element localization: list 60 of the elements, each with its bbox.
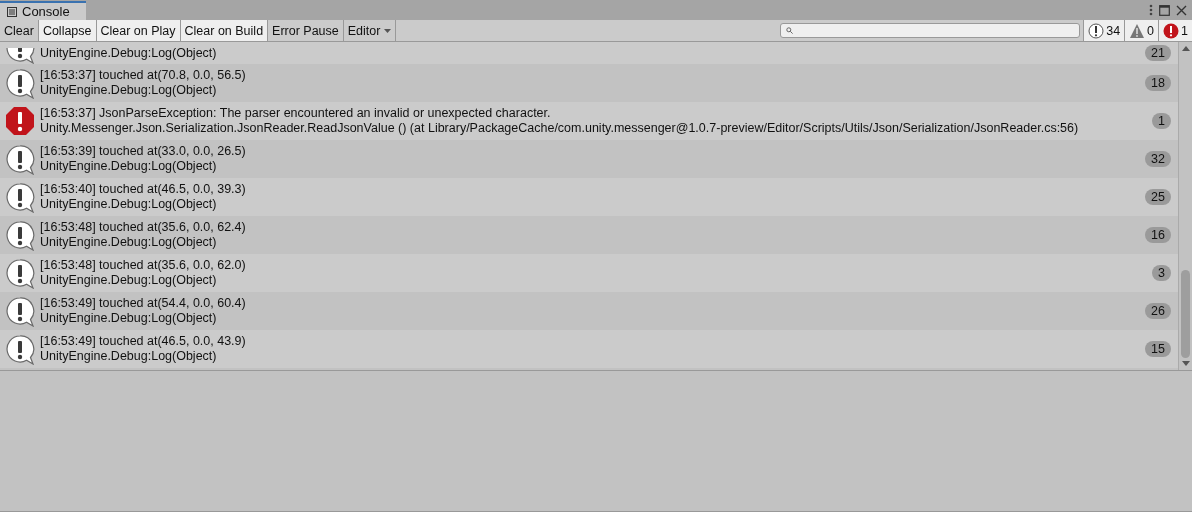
toggle-button[interactable]: Clear on Play (96, 20, 181, 41)
log-message: UnityEngine.Debug:Log(Object) (40, 235, 218, 250)
log-message: [16:53:39] touched at(33.0, 0.0, 26.5) (40, 144, 247, 159)
info-bubble-icon (5, 181, 35, 213)
toggle-button[interactable]: Clear on Build (180, 20, 269, 41)
info-bubble-icon (5, 67, 35, 99)
log-message: [16:53:37] JsonParseException: The parser encountered an invalid or unexpected character. (40, 106, 552, 121)
scrollbar[interactable] (1178, 42, 1192, 370)
search-icon (786, 27, 794, 34)
log-message: UnityEngine.Debug:Log(Object) (40, 273, 218, 288)
log-message: UnityEngine.Debug:Log(Object) (40, 159, 218, 174)
log-message: UnityEngine.Debug:Log(Object) (40, 197, 218, 212)
console-tab[interactable]: Console (0, 1, 86, 20)
log-entry[interactable]: [16:53:48] touched at(35.6, 0.0, 62.0) UnityEngine.Debug:Log(Object) 3 (0, 254, 1178, 292)
log-entry[interactable]: UnityEngine.Debug:Log(Object) 21 (0, 42, 1178, 64)
count-badge: 21 (1145, 45, 1171, 61)
log-message: UnityEngine.Debug:Log(Object) (40, 311, 218, 326)
info-bubble-icon (5, 219, 35, 251)
log-message: [16:53:48] touched at(35.6, 0.0, 62.0) (40, 258, 247, 273)
log-message: [16:53:40] touched at(46.5, 0.0, 39.3) (40, 182, 247, 197)
info-icon (1088, 22, 1105, 39)
warning-filter-button[interactable]: 0 (1124, 20, 1159, 41)
toggle-button[interactable]: Collapse (38, 20, 97, 41)
log-message: [16:53:49] touched at(46.5, 0.0, 43.9) (40, 334, 247, 349)
scroll-up-icon (1181, 46, 1190, 51)
log-message: UnityEngine.Debug:Log(Object) (40, 83, 218, 98)
count-badge: 18 (1145, 75, 1171, 91)
log-message: Unity.Messenger.Json.Serialization.JsonReader.ReadJsonValue () (at Library/PackageCache/com.unity.messenger@1.0.7-preview/Editor/Scripts/Utils/Json/Serialization/JsonReader.cs:56) (40, 121, 1080, 136)
error-icon (1163, 22, 1180, 39)
count-badge: 1 (1152, 113, 1171, 129)
log-message: [16:53:48] touched at(35.6, 0.0, 62.4) (40, 220, 247, 235)
info-bubble-icon (5, 257, 35, 289)
error-filter-button[interactable]: 1 (1158, 20, 1192, 41)
log-entry[interactable]: [16:53:49] touched at(46.5, 0.0, 43.9) UnityEngine.Debug:Log(Object) 15 (0, 330, 1178, 368)
log-entry[interactable] (0, 102, 1178, 140)
info-bubble-icon (5, 295, 35, 327)
log-message: [16:53:37] touched at(70.8, 0.0, 56.5) (40, 68, 247, 83)
count-badge: 32 (1145, 151, 1171, 167)
close-icon (1176, 4, 1187, 16)
count-badge: 3 (1152, 265, 1171, 281)
count-badge: 16 (1145, 227, 1171, 243)
scroll-down-icon (1181, 361, 1190, 366)
scrollbar-thumb[interactable] (1181, 270, 1190, 358)
list-icon (7, 6, 17, 17)
search-field[interactable] (780, 23, 1081, 38)
maximize-icon (1159, 4, 1170, 16)
more-options-icon (1149, 4, 1153, 16)
log-filter-button[interactable]: 34 (1083, 20, 1125, 41)
log-message: UnityEngine.Debug:Log(Object) (40, 46, 218, 61)
caret-icon (384, 28, 392, 33)
count-badge: 15 (1145, 341, 1171, 357)
info-bubble-icon (5, 143, 35, 175)
warning-icon (1129, 22, 1146, 39)
error-icon (5, 105, 35, 137)
log-message: [16:53:49] touched at(54.4, 0.0, 60.4) (40, 296, 247, 311)
count-badge: 25 (1145, 189, 1171, 205)
info-bubble-icon (5, 333, 35, 365)
count-badge: 26 (1145, 303, 1171, 319)
log-entry[interactable]: [16:53:40] touched at(46.5, 0.0, 39.3) UnityEngine.Debug:Log(Object) 25 (0, 178, 1178, 216)
log-message: UnityEngine.Debug:Log(Object) (40, 349, 218, 364)
